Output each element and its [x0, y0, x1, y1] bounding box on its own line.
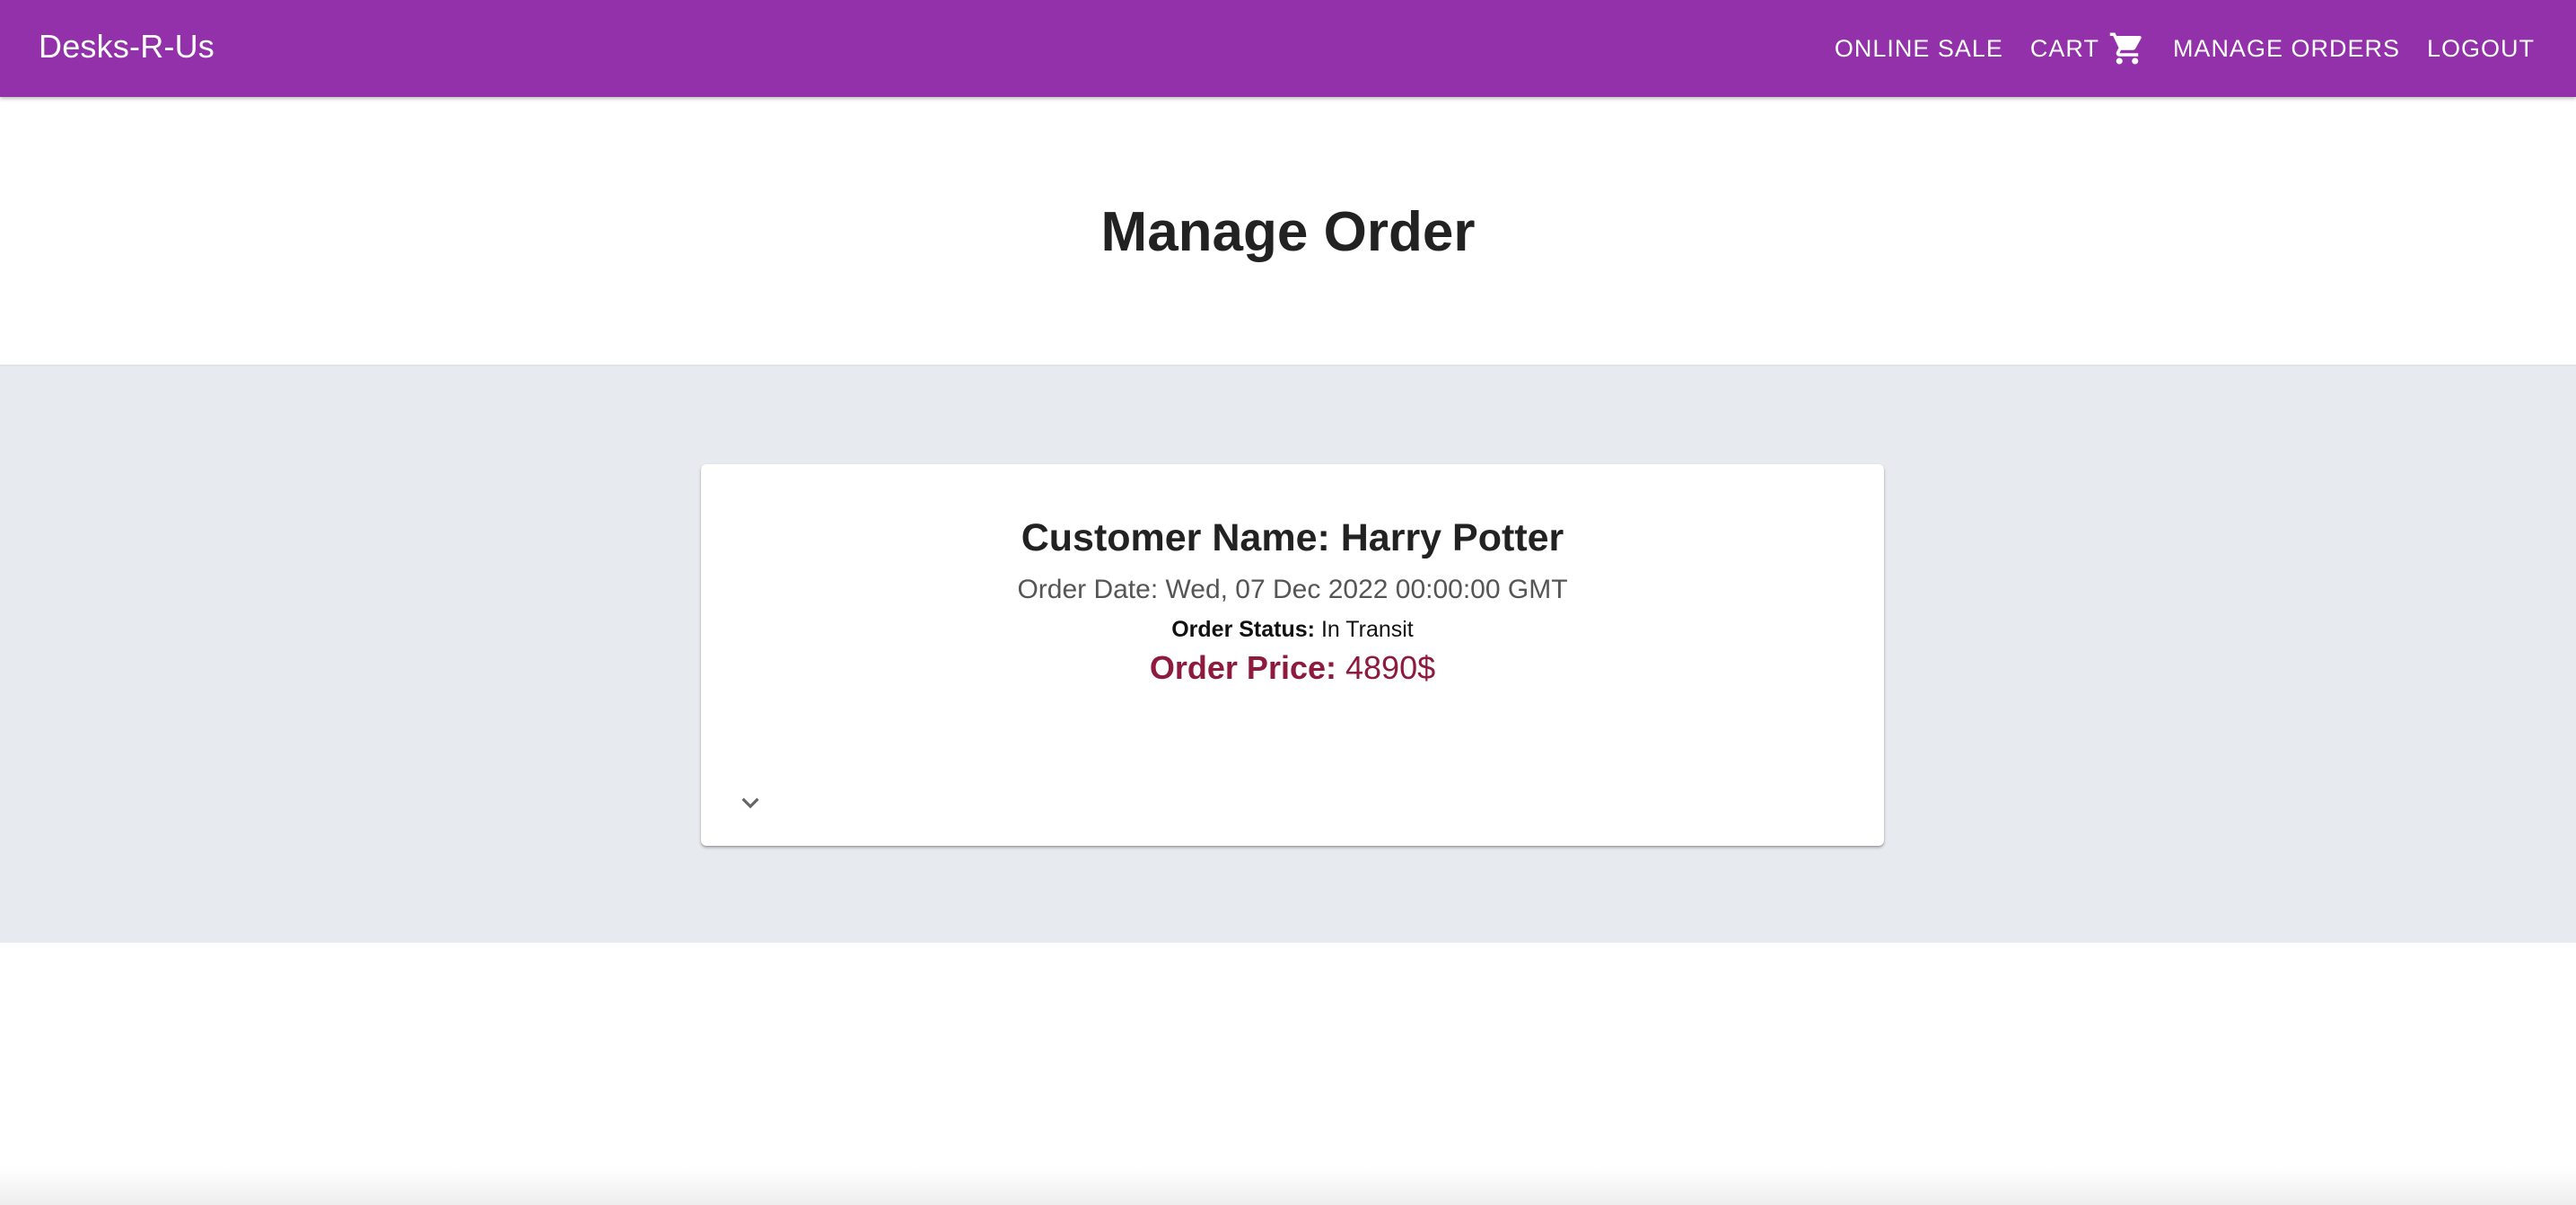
- orders-section: Customer Name: Harry Potter Order Date: …: [0, 366, 2576, 943]
- nav-logout[interactable]: LOGOUT: [2427, 35, 2535, 63]
- order-card: Customer Name: Harry Potter Order Date: …: [701, 464, 1884, 846]
- title-section: Manage Order: [0, 97, 2576, 366]
- page-title: Manage Order: [1100, 201, 1476, 263]
- app-bar: Desks-R-Us ONLINE SALE CART MANAGE ORDER…: [0, 0, 2576, 97]
- brand-logo[interactable]: Desks-R-Us: [39, 25, 215, 68]
- expand-order-button[interactable]: [730, 782, 771, 823]
- nav-manage-orders[interactable]: MANAGE ORDERS: [2173, 35, 2400, 63]
- shopping-cart-icon: [2108, 30, 2146, 67]
- order-price-label: Order Price:: [1149, 649, 1336, 686]
- nav-online-sale-label: ONLINE SALE: [1834, 34, 2003, 62]
- nav-logout-label: LOGOUT: [2426, 34, 2535, 62]
- order-status-value: In Transit: [1320, 617, 1414, 642]
- order-status: Order Status: In Transit: [701, 615, 1884, 644]
- order-date: Order Date: Wed, 07 Dec 2022 00:00:00 GM…: [1017, 575, 1568, 604]
- customer-name: Customer Name: Harry Potter: [1021, 516, 1564, 559]
- chevron-down-icon: [741, 797, 759, 809]
- order-price-value: 4890$: [1345, 649, 1436, 686]
- nav-cart-label: CART: [2029, 34, 2099, 62]
- nav-cart[interactable]: CART: [2030, 30, 2146, 67]
- bottom-shadow: [0, 1167, 2576, 1205]
- nav-manage-orders-label: MANAGE ORDERS: [2172, 34, 2400, 62]
- top-nav: ONLINE SALE CART MANAGE ORDERS LOGOUT: [1808, 0, 2535, 97]
- nav-online-sale[interactable]: ONLINE SALE: [1835, 35, 2003, 63]
- order-price: Order Price: 4890$: [701, 647, 1884, 689]
- order-status-label: Order Status:: [1171, 617, 1315, 642]
